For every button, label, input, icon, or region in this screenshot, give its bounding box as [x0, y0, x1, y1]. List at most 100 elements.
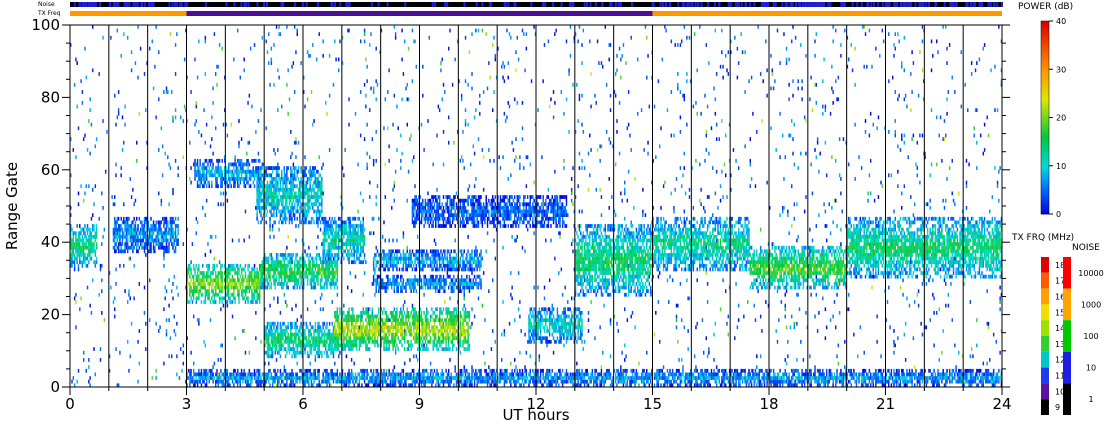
echo-cell	[231, 372, 234, 377]
echo-cell	[86, 148, 89, 152]
echo-cell	[363, 253, 366, 257]
echo-cell	[256, 177, 258, 181]
echo-cell	[222, 177, 225, 181]
echo-cell	[374, 256, 376, 261]
echo-cell	[150, 224, 152, 228]
echo-cell	[327, 271, 330, 275]
echo-cell	[323, 336, 326, 341]
noise-tick	[136, 2, 139, 7]
echo-cell	[138, 282, 141, 286]
echo-cell	[348, 376, 350, 380]
echo-cell	[411, 285, 414, 290]
echo-cell	[234, 271, 236, 275]
echo-cell	[249, 372, 252, 377]
echo-cell	[374, 329, 376, 333]
echo-cell	[352, 347, 354, 351]
echo-cell	[84, 245, 86, 250]
echo-cell	[305, 202, 308, 207]
echo-cell	[406, 82, 408, 87]
echo-cell	[274, 329, 276, 333]
echo-cell	[172, 242, 174, 246]
echo-cell	[251, 282, 253, 286]
echo-cell	[192, 289, 195, 294]
echo-cell	[306, 267, 309, 272]
echo-cell	[200, 177, 203, 181]
echo-cell	[365, 329, 367, 333]
echo-cell	[352, 339, 354, 344]
echo-cell	[203, 372, 205, 377]
echo-cell	[376, 282, 379, 286]
echo-cell	[194, 122, 196, 127]
echo-cell	[207, 242, 209, 246]
echo-cell	[234, 155, 236, 160]
echo-cell	[95, 260, 98, 265]
echo-cell	[383, 376, 385, 380]
echo-cell	[393, 253, 396, 257]
echo-cell	[89, 238, 91, 243]
echo-cell	[194, 158, 196, 163]
echo-cell	[79, 307, 81, 312]
echo-cell	[151, 231, 153, 236]
echo-cell	[336, 332, 339, 337]
echo-cell	[337, 347, 340, 351]
echo-cell	[212, 278, 214, 283]
echo-cell	[374, 343, 376, 348]
echo-cell	[410, 343, 412, 348]
echo-cell	[365, 332, 367, 337]
echo-cell	[238, 282, 240, 286]
echo-cell	[130, 220, 133, 225]
echo-cell	[208, 263, 210, 268]
echo-cell	[222, 379, 225, 384]
echo-cell	[297, 329, 300, 333]
echo-cell	[295, 50, 297, 55]
echo-cell	[79, 249, 81, 254]
echo-cell	[257, 296, 260, 301]
echo-cell	[261, 285, 264, 290]
echo-cell	[251, 158, 253, 163]
echo-cell	[402, 376, 405, 380]
noise-tick	[668, 2, 671, 7]
echo-cell	[226, 198, 229, 203]
echo-cell	[299, 339, 301, 344]
echo-cell	[359, 336, 362, 341]
echo-cell	[216, 158, 218, 163]
echo-cell	[256, 173, 258, 178]
echo-cell	[287, 347, 289, 351]
echo-cell	[275, 209, 278, 214]
noise-tick	[877, 2, 880, 7]
echo-cell	[407, 318, 410, 322]
echo-cell	[121, 234, 124, 239]
echo-cell	[385, 368, 388, 373]
echo-cell	[288, 274, 291, 279]
echo-cell	[196, 173, 199, 178]
echo-cell	[345, 379, 348, 384]
echo-cell	[331, 321, 333, 326]
echo-cell	[204, 35, 207, 40]
echo-cell	[270, 46, 273, 51]
echo-cell	[293, 263, 296, 268]
echo-cell	[290, 129, 292, 134]
echo-cell	[198, 292, 200, 297]
echo-cell	[196, 296, 199, 301]
echo-cell	[227, 274, 230, 279]
echo-cell	[170, 354, 173, 359]
echo-cell	[202, 184, 204, 189]
echo-cell	[158, 329, 160, 333]
echo-cell	[295, 140, 297, 145]
echo-cell	[231, 314, 234, 319]
echo-cell	[398, 310, 401, 315]
echo-cell	[396, 253, 398, 257]
echo-cell	[388, 368, 390, 373]
echo-cell	[314, 376, 317, 380]
echo-cell	[257, 368, 260, 373]
echo-cell	[233, 282, 235, 286]
echo-cell	[246, 151, 248, 156]
echo-cell	[334, 39, 336, 44]
echo-cell	[226, 282, 229, 286]
echo-cell	[337, 231, 340, 236]
echo-cell	[199, 376, 201, 380]
echo-cell	[406, 347, 408, 351]
echo-cell	[208, 274, 210, 279]
noise-tick	[772, 2, 775, 7]
noise-tick	[686, 2, 689, 7]
